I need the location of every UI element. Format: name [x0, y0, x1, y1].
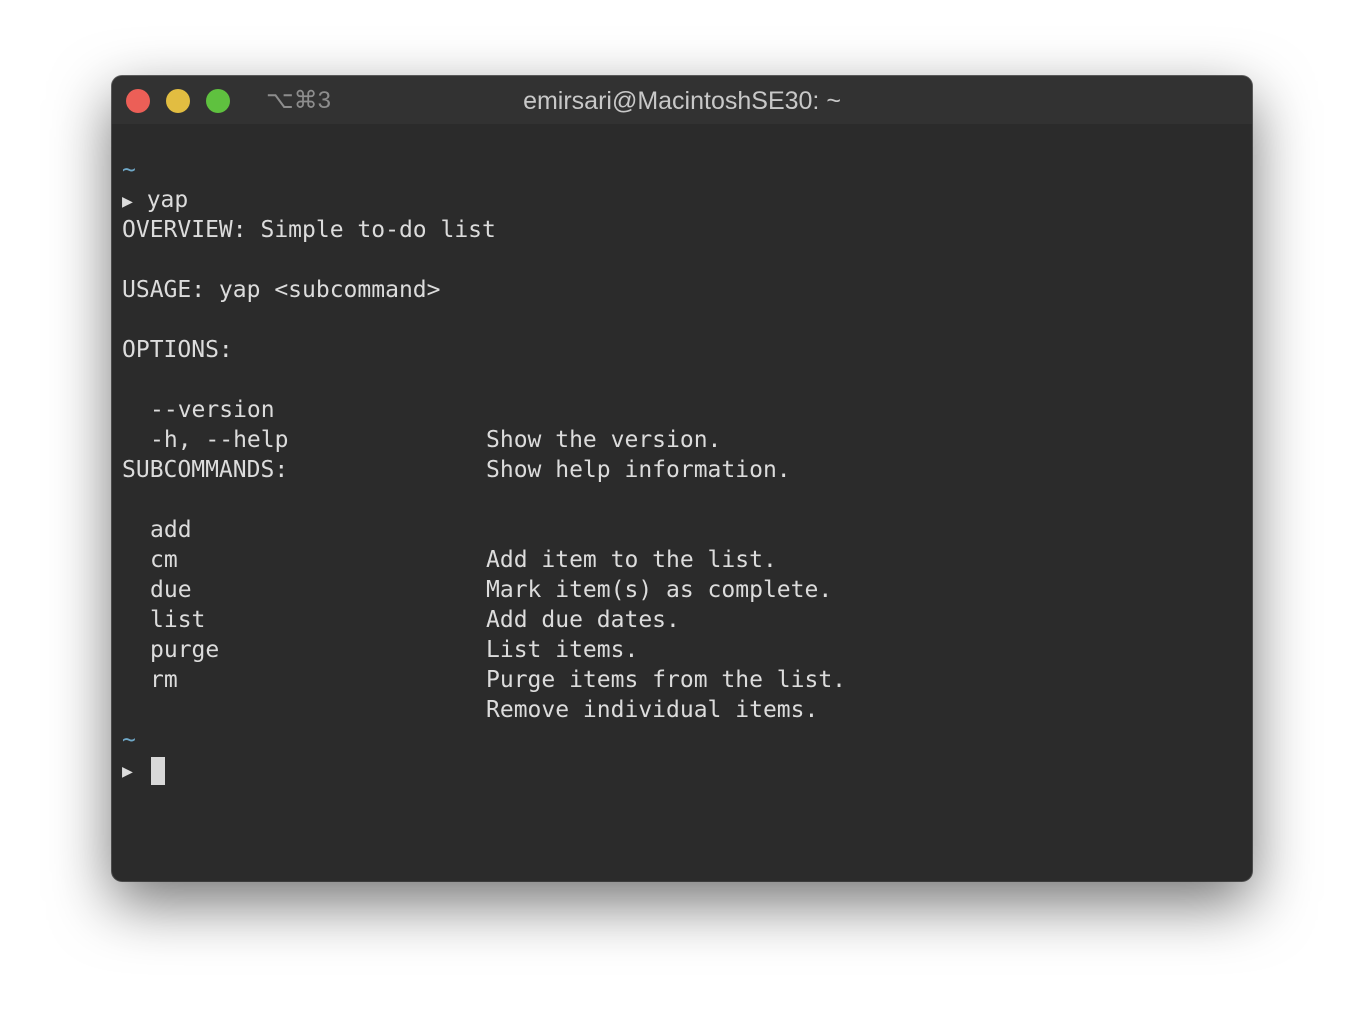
prompt-dir: ~ [122, 727, 136, 753]
usage-line: USAGE: yap <subcommand> [122, 277, 441, 303]
subcommand-desc: List items. [486, 637, 639, 663]
subcommand-row: add Add item to the list. [122, 485, 777, 573]
prompt-directory: ~ [122, 155, 496, 185]
subcommand-row: rm Remove individual items. [122, 635, 818, 723]
subcommand-desc: Add due dates. [486, 607, 680, 633]
subcommand-row: list List items. [122, 575, 638, 663]
option-row: --version Show the version. [122, 365, 721, 453]
subcommand-row: due Add due dates. [122, 545, 680, 633]
option-desc: Show the version. [486, 427, 722, 453]
options-header: OPTIONS: [122, 337, 233, 363]
prompt-arrow-icon: ▶ [122, 191, 133, 212]
terminal-output[interactable]: ~ ▶ yap OVERVIEW: Simple to-do list USAG… [122, 155, 846, 785]
subcommand-desc: Mark item(s) as complete. [486, 577, 833, 603]
subcommand-desc: Purge items from the list. [486, 667, 847, 693]
subcommand-row: purge Purge items from the list. [122, 605, 846, 693]
option-desc: Show help information. [486, 457, 791, 483]
prompt-arrow-icon: ▶ [122, 761, 133, 782]
terminal-window: ⌥⌘3 emirsari@MacintoshSE30: ~ ~ ▶ yap OV… [112, 76, 1252, 881]
input-line[interactable]: ▶ [122, 755, 496, 785]
subcommand-desc: Remove individual items. [486, 697, 819, 723]
command-text: yap [146, 187, 189, 213]
title-bar[interactable]: ⌥⌘3 emirsari@MacintoshSE30: ~ [112, 76, 1252, 124]
overview-line: OVERVIEW: Simple to-do list [122, 217, 496, 243]
text-cursor[interactable] [150, 756, 165, 785]
window-title: emirsari@MacintoshSE30: ~ [523, 87, 841, 115]
subcommand-row: cm Mark item(s) as complete. [122, 515, 832, 603]
prompt-dir: ~ [122, 157, 136, 183]
prompt-directory: ~ [122, 725, 496, 755]
subcommands-header: SUBCOMMANDS: [122, 457, 289, 483]
subcommand-desc: Add item to the list. [486, 547, 777, 573]
command-line: ▶ yap [122, 185, 496, 215]
option-row: -h, --help Show help information. [122, 395, 791, 483]
